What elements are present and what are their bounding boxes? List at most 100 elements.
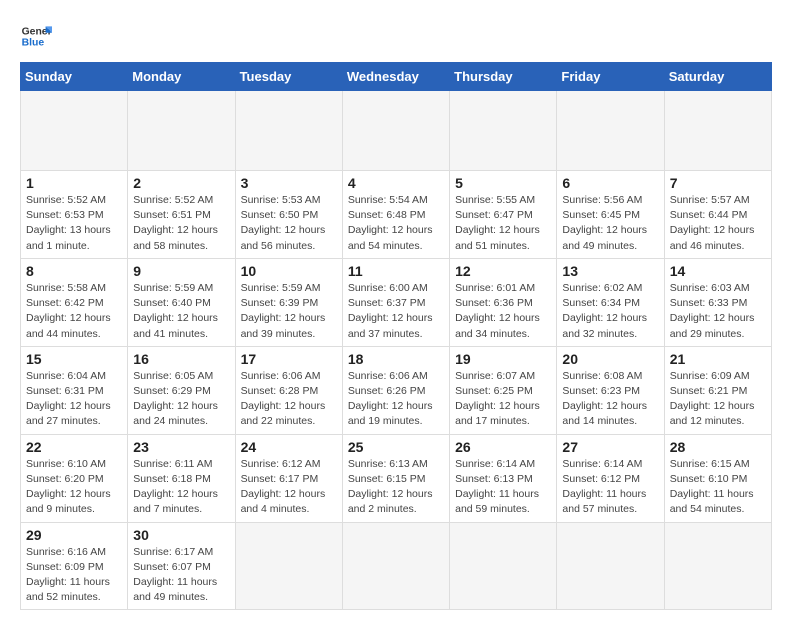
day-info: Sunrise: 6:04 AMSunset: 6:31 PMDaylight:… xyxy=(26,369,122,430)
calendar-cell: 12Sunrise: 6:01 AMSunset: 6:36 PMDayligh… xyxy=(450,258,557,346)
calendar-table: SundayMondayTuesdayWednesdayThursdayFrid… xyxy=(20,62,772,610)
svg-text:Blue: Blue xyxy=(22,38,45,49)
calendar-week-row: 15 Sunrise: 6:04 AMSunset: 6:31 PMDayligh… xyxy=(21,346,772,434)
calendar-cell: 30Sunrise: 6:17 AMSunset: 6:07 PMDayligh… xyxy=(128,522,235,610)
day-info: Sunrise: 6:06 AMSunset: 6:26 PMDaylight:… xyxy=(348,369,444,430)
day-number: 4 xyxy=(348,175,444,191)
day-info: Sunrise: 6:14 AMSunset: 6:12 PMDaylight:… xyxy=(562,457,658,518)
weekday-header-saturday: Saturday xyxy=(664,63,771,91)
calendar-cell xyxy=(235,91,342,171)
day-number: 25 xyxy=(348,439,444,455)
day-number: 3 xyxy=(241,175,337,191)
calendar-cell: 20 Sunrise: 6:08 AMSunset: 6:23 PMDayligh… xyxy=(557,346,664,434)
day-info: Sunrise: 5:52 AMSunset: 6:53 PMDaylight:… xyxy=(26,193,122,254)
weekday-header-tuesday: Tuesday xyxy=(235,63,342,91)
day-number: 16 xyxy=(133,351,229,367)
calendar-cell: 2 Sunrise: 5:52 AMSunset: 6:51 PMDaylight… xyxy=(128,171,235,259)
calendar-cell: 8 Sunrise: 5:58 AMSunset: 6:42 PMDaylight… xyxy=(21,258,128,346)
logo-icon: General Blue xyxy=(20,20,52,52)
day-number: 1 xyxy=(26,175,122,191)
calendar-cell: 6Sunrise: 5:56 AMSunset: 6:45 PMDaylight… xyxy=(557,171,664,259)
day-info: Sunrise: 6:09 AMSunset: 6:21 PMDaylight:… xyxy=(670,369,766,430)
day-number: 22 xyxy=(26,439,122,455)
calendar-cell: 10 Sunrise: 5:59 AMSunset: 6:39 PMDayligh… xyxy=(235,258,342,346)
calendar-cell xyxy=(21,91,128,171)
day-info: Sunrise: 5:59 AMSunset: 6:40 PMDaylight:… xyxy=(133,281,229,342)
day-info: Sunrise: 6:08 AMSunset: 6:23 PMDaylight:… xyxy=(562,369,658,430)
day-number: 10 xyxy=(241,263,337,279)
day-info: Sunrise: 5:54 AMSunset: 6:48 PMDaylight:… xyxy=(348,193,444,254)
calendar-cell: 3 Sunrise: 5:53 AMSunset: 6:50 PMDaylight… xyxy=(235,171,342,259)
day-number: 13 xyxy=(562,263,658,279)
day-info: Sunrise: 6:03 AMSunset: 6:33 PMDaylight:… xyxy=(670,281,766,342)
day-number: 21 xyxy=(670,351,766,367)
weekday-header-monday: Monday xyxy=(128,63,235,91)
calendar-cell xyxy=(342,91,449,171)
day-number: 27 xyxy=(562,439,658,455)
calendar-cell: 4 Sunrise: 5:54 AMSunset: 6:48 PMDaylight… xyxy=(342,171,449,259)
calendar-cell: 13 Sunrise: 6:02 AMSunset: 6:34 PMDayligh… xyxy=(557,258,664,346)
day-info: Sunrise: 6:16 AMSunset: 6:09 PMDaylight:… xyxy=(26,545,122,606)
day-number: 8 xyxy=(26,263,122,279)
calendar-cell: 14Sunrise: 6:03 AMSunset: 6:33 PMDayligh… xyxy=(664,258,771,346)
day-number: 17 xyxy=(241,351,337,367)
day-number: 19 xyxy=(455,351,551,367)
day-number: 2 xyxy=(133,175,229,191)
day-number: 26 xyxy=(455,439,551,455)
calendar-week-row xyxy=(21,91,772,171)
calendar-cell: 24 Sunrise: 6:12 AMSunset: 6:17 PMDayligh… xyxy=(235,434,342,522)
day-number: 29 xyxy=(26,527,122,543)
page-header: General Blue xyxy=(20,20,772,52)
logo: General Blue xyxy=(20,20,52,52)
calendar-cell xyxy=(450,522,557,610)
day-number: 15 xyxy=(26,351,122,367)
calendar-cell xyxy=(450,91,557,171)
calendar-cell xyxy=(235,522,342,610)
day-info: Sunrise: 6:15 AMSunset: 6:10 PMDaylight:… xyxy=(670,457,766,518)
weekday-header-sunday: Sunday xyxy=(21,63,128,91)
calendar-cell: 21 Sunrise: 6:09 AMSunset: 6:21 PMDayligh… xyxy=(664,346,771,434)
day-info: Sunrise: 5:55 AMSunset: 6:47 PMDaylight:… xyxy=(455,193,551,254)
day-number: 5 xyxy=(455,175,551,191)
day-info: Sunrise: 5:53 AMSunset: 6:50 PMDaylight:… xyxy=(241,193,337,254)
calendar-cell: 15 Sunrise: 6:04 AMSunset: 6:31 PMDayligh… xyxy=(21,346,128,434)
calendar-body: 1 Sunrise: 5:52 AMSunset: 6:53 PMDaylight… xyxy=(21,91,772,610)
calendar-week-row: 1 Sunrise: 5:52 AMSunset: 6:53 PMDaylight… xyxy=(21,171,772,259)
day-number: 11 xyxy=(348,263,444,279)
calendar-week-row: 8 Sunrise: 5:58 AMSunset: 6:42 PMDaylight… xyxy=(21,258,772,346)
calendar-cell xyxy=(557,91,664,171)
day-number: 20 xyxy=(562,351,658,367)
day-info: Sunrise: 6:02 AMSunset: 6:34 PMDaylight:… xyxy=(562,281,658,342)
day-number: 24 xyxy=(241,439,337,455)
calendar-cell: 1 Sunrise: 5:52 AMSunset: 6:53 PMDaylight… xyxy=(21,171,128,259)
calendar-cell xyxy=(128,91,235,171)
calendar-week-row: 29 Sunrise: 6:16 AMSunset: 6:09 PMDayligh… xyxy=(21,522,772,610)
day-number: 9 xyxy=(133,263,229,279)
day-info: Sunrise: 5:58 AMSunset: 6:42 PMDaylight:… xyxy=(26,281,122,342)
calendar-cell: 27 Sunrise: 6:14 AMSunset: 6:12 PMDayligh… xyxy=(557,434,664,522)
day-info: Sunrise: 5:52 AMSunset: 6:51 PMDaylight:… xyxy=(133,193,229,254)
calendar-cell: 11 Sunrise: 6:00 AMSunset: 6:37 PMDayligh… xyxy=(342,258,449,346)
calendar-cell xyxy=(664,91,771,171)
calendar-week-row: 22Sunrise: 6:10 AMSunset: 6:20 PMDayligh… xyxy=(21,434,772,522)
day-info: Sunrise: 5:57 AMSunset: 6:44 PMDaylight:… xyxy=(670,193,766,254)
calendar-cell: 7Sunrise: 5:57 AMSunset: 6:44 PMDaylight… xyxy=(664,171,771,259)
calendar-cell: 19 Sunrise: 6:07 AMSunset: 6:25 PMDayligh… xyxy=(450,346,557,434)
day-info: Sunrise: 6:17 AMSunset: 6:07 PMDaylight:… xyxy=(133,545,229,606)
day-info: Sunrise: 6:12 AMSunset: 6:17 PMDaylight:… xyxy=(241,457,337,518)
day-info: Sunrise: 6:13 AMSunset: 6:15 PMDaylight:… xyxy=(348,457,444,518)
day-info: Sunrise: 6:07 AMSunset: 6:25 PMDaylight:… xyxy=(455,369,551,430)
calendar-cell: 22Sunrise: 6:10 AMSunset: 6:20 PMDayligh… xyxy=(21,434,128,522)
calendar-cell: 17Sunrise: 6:06 AMSunset: 6:28 PMDayligh… xyxy=(235,346,342,434)
weekday-header-wednesday: Wednesday xyxy=(342,63,449,91)
calendar-cell: 16Sunrise: 6:05 AMSunset: 6:29 PMDayligh… xyxy=(128,346,235,434)
weekday-header-thursday: Thursday xyxy=(450,63,557,91)
day-info: Sunrise: 6:00 AMSunset: 6:37 PMDaylight:… xyxy=(348,281,444,342)
calendar-cell: 25 Sunrise: 6:13 AMSunset: 6:15 PMDayligh… xyxy=(342,434,449,522)
calendar-cell: 26Sunrise: 6:14 AMSunset: 6:13 PMDayligh… xyxy=(450,434,557,522)
day-info: Sunrise: 5:59 AMSunset: 6:39 PMDaylight:… xyxy=(241,281,337,342)
day-number: 28 xyxy=(670,439,766,455)
day-number: 18 xyxy=(348,351,444,367)
calendar-cell xyxy=(664,522,771,610)
calendar-cell xyxy=(342,522,449,610)
